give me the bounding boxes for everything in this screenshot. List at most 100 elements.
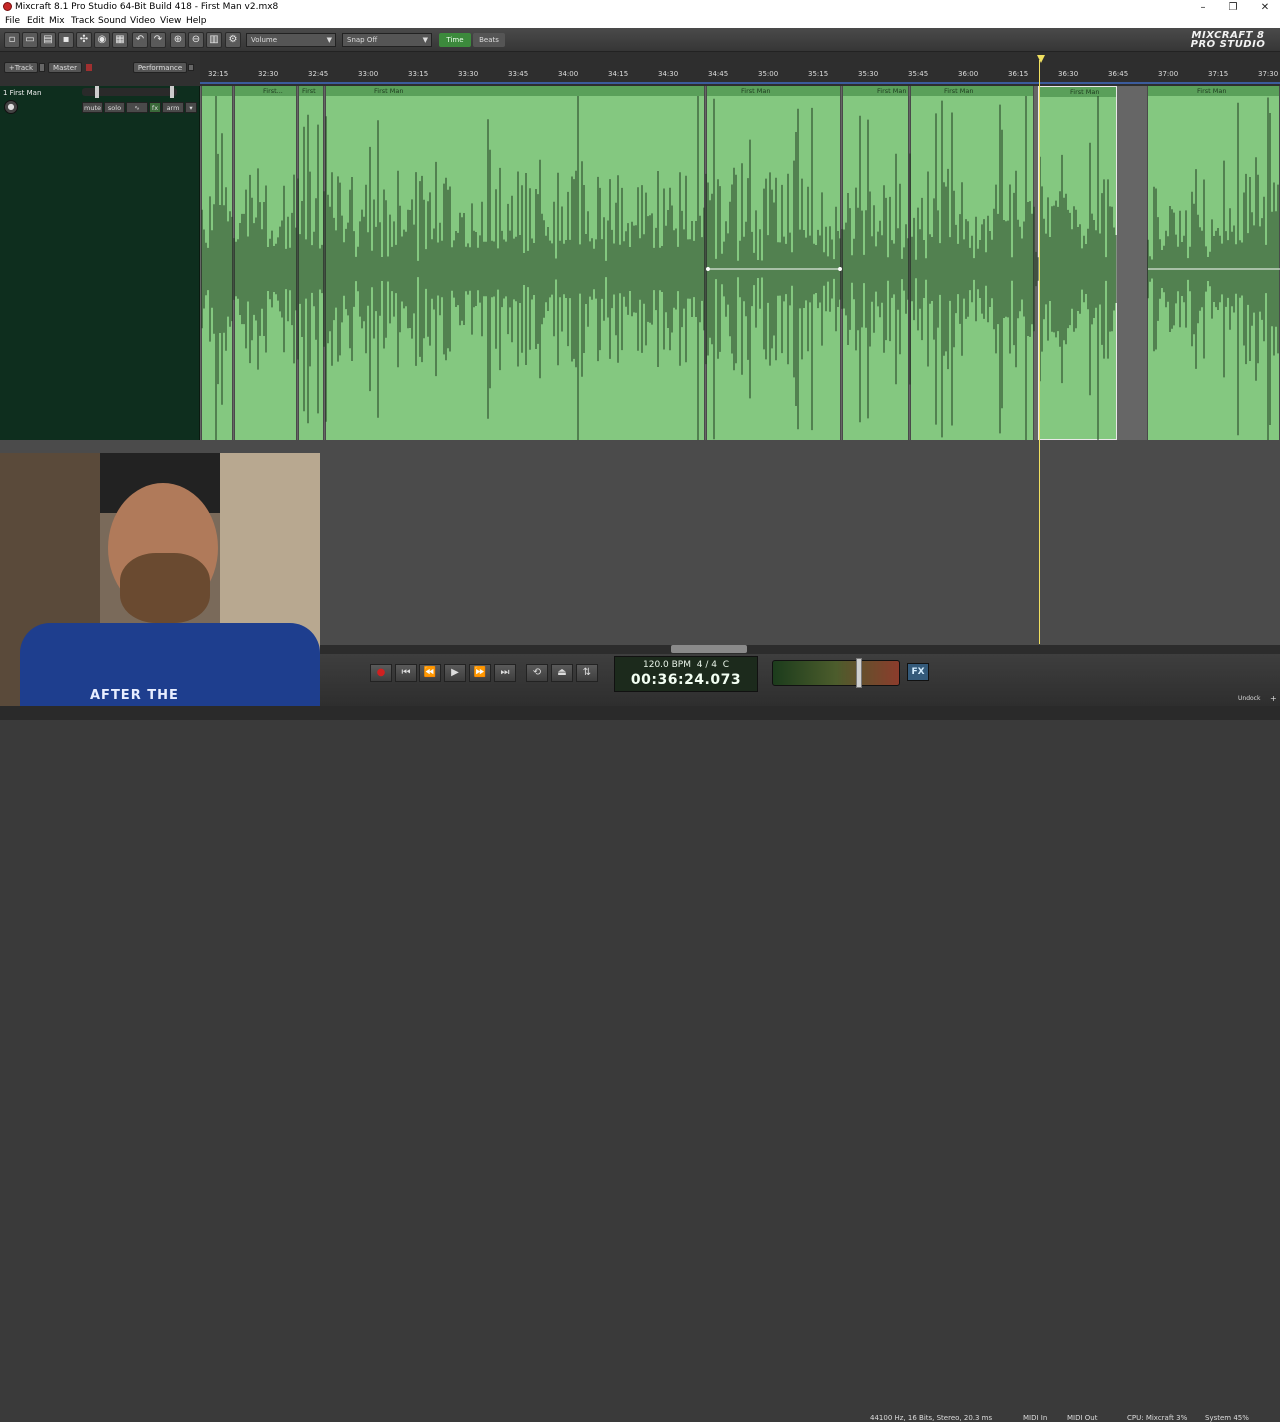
- waveform-path: [201, 96, 1279, 440]
- new-file-icon[interactable]: ▫: [4, 32, 20, 48]
- horizontal-scrollbar[interactable]: [320, 645, 1280, 654]
- ruler-loop-bar[interactable]: [200, 82, 1280, 84]
- zoom-in-icon[interactable]: ⊕: [170, 32, 186, 48]
- master-fx-button[interactable]: FX: [907, 663, 929, 681]
- ruler-tick-label: 34:00: [558, 70, 579, 78]
- skip-end-icon[interactable]: ⏭: [494, 664, 516, 682]
- app-icon: [3, 2, 12, 11]
- share-icon[interactable]: ✣: [76, 32, 92, 48]
- save-icon[interactable]: ▪: [58, 32, 74, 48]
- minimize-icon[interactable]: –: [1188, 0, 1218, 15]
- track-name[interactable]: 1 First Man: [3, 89, 41, 97]
- bpm-value[interactable]: 120.0 BPM: [643, 660, 691, 670]
- master-button[interactable]: Master: [48, 62, 82, 73]
- track-menu-chevron-icon[interactable]: ▾: [185, 102, 197, 113]
- mute-button[interactable]: mute: [82, 102, 103, 113]
- ruler-tick-label: 32:45: [308, 70, 329, 78]
- snap-dropdown-label: Snap Off: [347, 36, 378, 44]
- ruler-tick-label: 36:30: [1058, 70, 1079, 78]
- toolbar: ▫ ▭ ▤ ▪ ✣ ◉ ▦ ↶ ↷ ⊕ ⊖ ▥ ⚙ Volume ▼ Snap O…: [0, 28, 1280, 52]
- rewind-icon[interactable]: ⏪: [419, 664, 441, 682]
- waveform-layer: [201, 96, 1280, 440]
- record-knob-icon[interactable]: ●: [4, 100, 18, 114]
- envelope-node: [706, 267, 710, 271]
- close-icon[interactable]: ✕: [1250, 0, 1280, 15]
- volume-slider-handle[interactable]: [95, 86, 99, 98]
- fast-forward-icon[interactable]: ⏩: [469, 664, 491, 682]
- waveform: [201, 96, 1279, 440]
- play-button[interactable]: ▶: [444, 664, 466, 682]
- ruler-tick-label: 32:15: [208, 70, 229, 78]
- clip-label: First...: [263, 87, 283, 95]
- record-button[interactable]: ●: [370, 664, 392, 682]
- master-indicator-icon: [86, 64, 92, 71]
- metronome-icon[interactable]: ⏏: [551, 664, 573, 682]
- webcam-overlay: AFTER THE: [0, 453, 320, 720]
- clip-label: First Man: [877, 87, 907, 95]
- ruler-tick-label: 33:30: [458, 70, 479, 78]
- ruler-tick-label: 35:45: [908, 70, 929, 78]
- arm-button[interactable]: arm: [162, 102, 184, 113]
- ruler-tick-label: 36:45: [1108, 70, 1129, 78]
- solo-button[interactable]: solo: [104, 102, 125, 113]
- clip-label: First Man: [374, 87, 404, 95]
- menu-track[interactable]: Track: [71, 16, 95, 26]
- system-usage: System 45%: [1205, 1414, 1249, 1422]
- open-folder-icon[interactable]: ▭: [22, 32, 38, 48]
- menu-file[interactable]: File: [5, 16, 20, 26]
- ruler-tick-label: 33:00: [358, 70, 379, 78]
- track-panel: [0, 86, 200, 440]
- record-target-icon[interactable]: ◉: [94, 32, 110, 48]
- zoom-out-icon[interactable]: ⊖: [188, 32, 204, 48]
- volume-dropdown[interactable]: Volume ▼: [246, 33, 336, 47]
- add-track-button[interactable]: +Track: [4, 62, 38, 73]
- automation-icon[interactable]: ∿: [126, 102, 148, 113]
- punch-icon[interactable]: ⇅: [576, 664, 598, 682]
- performance-toggle-icon[interactable]: [188, 64, 194, 71]
- add-track-menu-icon[interactable]: [39, 63, 45, 72]
- clip-label: First: [302, 87, 316, 95]
- ruler-tick-label: 36:15: [1008, 70, 1029, 78]
- clip-label: First Man: [944, 87, 974, 95]
- ruler-tick-label: 35:15: [808, 70, 829, 78]
- tempo-info[interactable]: 120.0 BPM 4 / 4 C: [614, 660, 758, 670]
- playhead-line: [1039, 60, 1040, 644]
- expand-icon[interactable]: +: [1270, 695, 1278, 703]
- performance-button[interactable]: Performance: [133, 62, 187, 73]
- volume-dropdown-label: Volume: [251, 36, 278, 44]
- timeline-ruler[interactable]: [200, 52, 1280, 86]
- menu-video[interactable]: Video: [130, 16, 155, 26]
- webcam-beard: [120, 553, 210, 623]
- menu-view[interactable]: View: [160, 16, 181, 26]
- midi-keyboard-icon[interactable]: ▥: [206, 32, 222, 48]
- menu-help[interactable]: Help: [186, 16, 207, 26]
- open-recent-icon[interactable]: ▤: [40, 32, 56, 48]
- time-signature[interactable]: 4 / 4: [697, 660, 717, 670]
- loop-icon[interactable]: ⟲: [526, 664, 548, 682]
- master-volume-handle[interactable]: [856, 658, 862, 688]
- ruler-tick-label: 33:45: [508, 70, 529, 78]
- master-level-meter: [772, 660, 900, 686]
- pan-slider-handle[interactable]: [170, 86, 174, 98]
- time-toggle[interactable]: Time: [439, 33, 471, 47]
- ruler-tick-label: 35:30: [858, 70, 879, 78]
- skip-start-icon[interactable]: ⏮: [395, 664, 417, 682]
- redo-icon[interactable]: ↷: [150, 32, 166, 48]
- menu-edit[interactable]: Edit: [27, 16, 44, 26]
- ruler-tick-label: 34:45: [708, 70, 729, 78]
- menu-sound[interactable]: Sound: [98, 16, 126, 26]
- settings-gear-icon[interactable]: ⚙: [225, 32, 241, 48]
- menu-mix[interactable]: Mix: [49, 16, 65, 26]
- logo-line2: PRO STUDIO: [1190, 39, 1266, 50]
- undock-button[interactable]: Undock: [1238, 695, 1260, 702]
- key-value[interactable]: C: [723, 660, 729, 670]
- film-icon[interactable]: ▦: [112, 32, 128, 48]
- beats-toggle[interactable]: Beats: [473, 33, 505, 47]
- fx-button[interactable]: fx: [149, 102, 161, 113]
- restore-icon[interactable]: ❐: [1218, 0, 1248, 15]
- undo-icon[interactable]: ↶: [132, 32, 148, 48]
- ruler-tick-label: 34:15: [608, 70, 629, 78]
- snap-dropdown[interactable]: Snap Off ▼: [342, 33, 432, 47]
- scrollbar-thumb[interactable]: [671, 645, 747, 653]
- status-bar: 44100 Hz, 16 Bits, Stereo, 20.3 ms MIDI …: [0, 706, 1280, 1422]
